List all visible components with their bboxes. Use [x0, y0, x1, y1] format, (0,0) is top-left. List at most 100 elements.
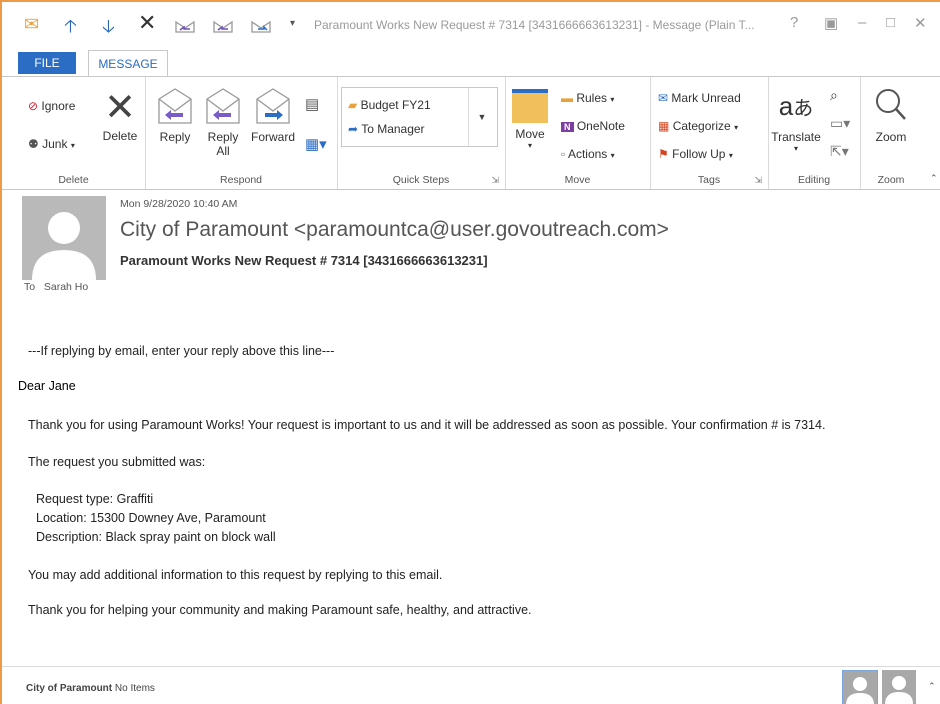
person-icon	[846, 677, 874, 704]
select-icon[interactable]: ⇱▾	[830, 143, 849, 160]
categorize-icon: ▦	[658, 119, 670, 133]
chevron-down-icon: ▾	[527, 141, 532, 150]
expand-people-pane-icon[interactable]: ⌃	[928, 681, 936, 692]
quick-steps-group: ▰ Budget FY21 ➦ To Manager ▼ Quick Steps…	[337, 77, 506, 189]
add-info-paragraph: You may add additional information to th…	[28, 568, 443, 582]
translate-button[interactable]: aあ Translate ▾	[770, 85, 822, 153]
move-button[interactable]: Move ▾	[509, 85, 551, 150]
categorize-button[interactable]: ▦ Categorize ▾	[658, 119, 738, 133]
closing-paragraph: Thank you for helping your community and…	[28, 603, 532, 617]
forward-button[interactable]: Forward	[249, 85, 297, 144]
quick-step-to-manager-label: To Manager	[361, 122, 425, 136]
quick-step-to-manager[interactable]: ➦ To Manager	[348, 122, 425, 136]
follow-up-button[interactable]: ⚑ Follow Up ▾	[658, 147, 733, 161]
recipient-name[interactable]: Sarah Ho	[44, 281, 88, 293]
delete-button[interactable]: ✕ Delete	[98, 87, 142, 143]
help-button[interactable]: ?	[790, 14, 798, 31]
more-respond-icon[interactable]: ▦▾	[305, 135, 327, 153]
junk-label: Junk	[42, 137, 68, 151]
chevron-down-icon: ▾	[793, 144, 798, 153]
move-folder-icon	[512, 89, 548, 123]
folder-icon: ▰	[348, 98, 358, 112]
onenote-button[interactable]: N OneNote	[561, 119, 625, 133]
submitted-intro: The request you submitted was:	[28, 455, 206, 469]
contact-avatar-1[interactable]	[842, 670, 878, 704]
chevron-down-icon: ▾	[734, 123, 739, 132]
mail-icon: ✉	[24, 14, 40, 34]
reply-separator-line: ---If replying by email, enter your repl…	[28, 344, 335, 358]
actions-icon: ▫	[561, 147, 566, 161]
zoom-group-label: Zoom	[877, 174, 905, 186]
junk-button[interactable]: ⚉ Junk ▾	[28, 137, 75, 151]
close-x-icon[interactable]: ✕	[138, 10, 156, 36]
reply-label: Reply	[159, 130, 191, 144]
tags-group: ✉ Mark Unread ▦ Categorize ▾ ⚑ Follow Up…	[650, 77, 769, 189]
reply-all-button[interactable]: Reply All	[201, 85, 245, 158]
respond-group: Reply Reply All Forward ▤ ▦▾ Respond	[145, 77, 338, 189]
minimize-button[interactable]: –	[858, 14, 866, 31]
ribbon: ⊘ Ignore ⚉ Junk ▾ ✕ Delete Delete Reply	[2, 76, 940, 190]
rules-icon: ▬	[561, 91, 573, 105]
rules-button[interactable]: ▬ Rules ▾	[561, 91, 614, 105]
ignore-button[interactable]: ⊘ Ignore	[28, 99, 75, 113]
find-icon[interactable]: ⌕	[830, 87, 838, 104]
ribbon-tabs: FILE MESSAGE	[2, 48, 940, 77]
down-arrow-icon[interactable]: 🡣	[102, 14, 115, 44]
tab-file[interactable]: FILE	[18, 52, 76, 74]
onenote-label: OneNote	[576, 119, 625, 133]
delete-group: ⊘ Ignore ⚉ Junk ▾ ✕ Delete Delete	[2, 77, 146, 189]
people-pane-sender[interactable]: City of Paramount	[26, 683, 112, 694]
reply-icon[interactable]	[174, 14, 196, 36]
zoom-button[interactable]: Zoom	[868, 85, 914, 144]
follow-up-label: Follow Up	[672, 147, 726, 161]
delete-label: Delete	[102, 129, 138, 143]
editing-group-label: Editing	[797, 174, 831, 186]
request-description: Description: Black spray paint on block …	[36, 530, 276, 544]
reply-all-label-1: Reply	[207, 130, 239, 144]
move-group: Move ▾ ▬ Rules ▾ N OneNote ▫ Actions ▾ M…	[505, 77, 651, 189]
sender-name[interactable]: City of Paramount <paramountca@user.govo…	[120, 218, 669, 242]
people-pane-items: No Items	[114, 683, 155, 694]
move-group-label: Move	[564, 174, 591, 186]
delete-x-icon: ✕	[104, 87, 136, 129]
onenote-icon: N	[561, 122, 574, 132]
contact-avatar-2[interactable]	[882, 670, 916, 704]
chevron-down-icon: ▾	[70, 141, 75, 150]
actions-button[interactable]: ▫ Actions ▾	[561, 147, 615, 161]
forward-mail-icon: ➦	[348, 122, 359, 136]
reply-all-icon[interactable]	[212, 14, 234, 36]
tab-message[interactable]: MESSAGE	[88, 50, 168, 77]
forward-label: Forward	[250, 130, 295, 144]
greeting: Dear Jane	[18, 379, 76, 393]
collapse-ribbon-icon[interactable]: ⌃	[930, 173, 938, 184]
to-label: To	[24, 281, 36, 293]
request-location: Location: 15300 Downey Ave, Paramount	[36, 511, 266, 525]
chevron-down-icon: ▾	[728, 151, 733, 160]
quick-step-budget[interactable]: ▰ Budget FY21	[348, 98, 431, 112]
maximize-button[interactable]: □	[886, 14, 895, 31]
ribbon-options-button[interactable]: ▣	[824, 14, 838, 32]
meeting-icon[interactable]: ▤	[305, 95, 319, 113]
dialog-launcher-icon[interactable]: ⇲	[491, 175, 499, 186]
up-arrow-icon[interactable]: 🡡	[64, 14, 77, 44]
reply-icon	[158, 88, 192, 124]
dialog-launcher-icon[interactable]: ⇲	[754, 175, 762, 186]
quick-step-budget-label: Budget FY21	[360, 98, 431, 112]
title-bar: ✉ 🡡 🡣 ✕ ▾ Paramount Works New Request # …	[2, 2, 940, 48]
ignore-label: Ignore	[41, 99, 76, 113]
rules-label: Rules	[576, 91, 608, 105]
quick-steps-gallery: ▰ Budget FY21 ➦ To Manager ▼	[341, 87, 498, 147]
junk-icon: ⚉	[28, 137, 39, 151]
mark-unread-button[interactable]: ✉ Mark Unread	[658, 91, 741, 105]
window-title: Paramount Works New Request # 7314 [3431…	[314, 18, 755, 32]
sender-avatar	[22, 196, 106, 280]
reply-all-label-2: All	[216, 144, 230, 158]
related-icon[interactable]: ▭▾	[830, 115, 850, 132]
reply-button[interactable]: Reply	[155, 85, 195, 144]
customize-icon[interactable]: ▾	[290, 18, 295, 29]
mark-unread-label: Mark Unread	[671, 91, 741, 105]
forward-icon[interactable]	[250, 14, 272, 36]
quick-steps-scroll-icon[interactable]: ▼	[468, 88, 495, 146]
close-window-button[interactable]: ✕	[914, 14, 927, 32]
people-pane-text: City of Paramount No Items	[26, 683, 155, 694]
